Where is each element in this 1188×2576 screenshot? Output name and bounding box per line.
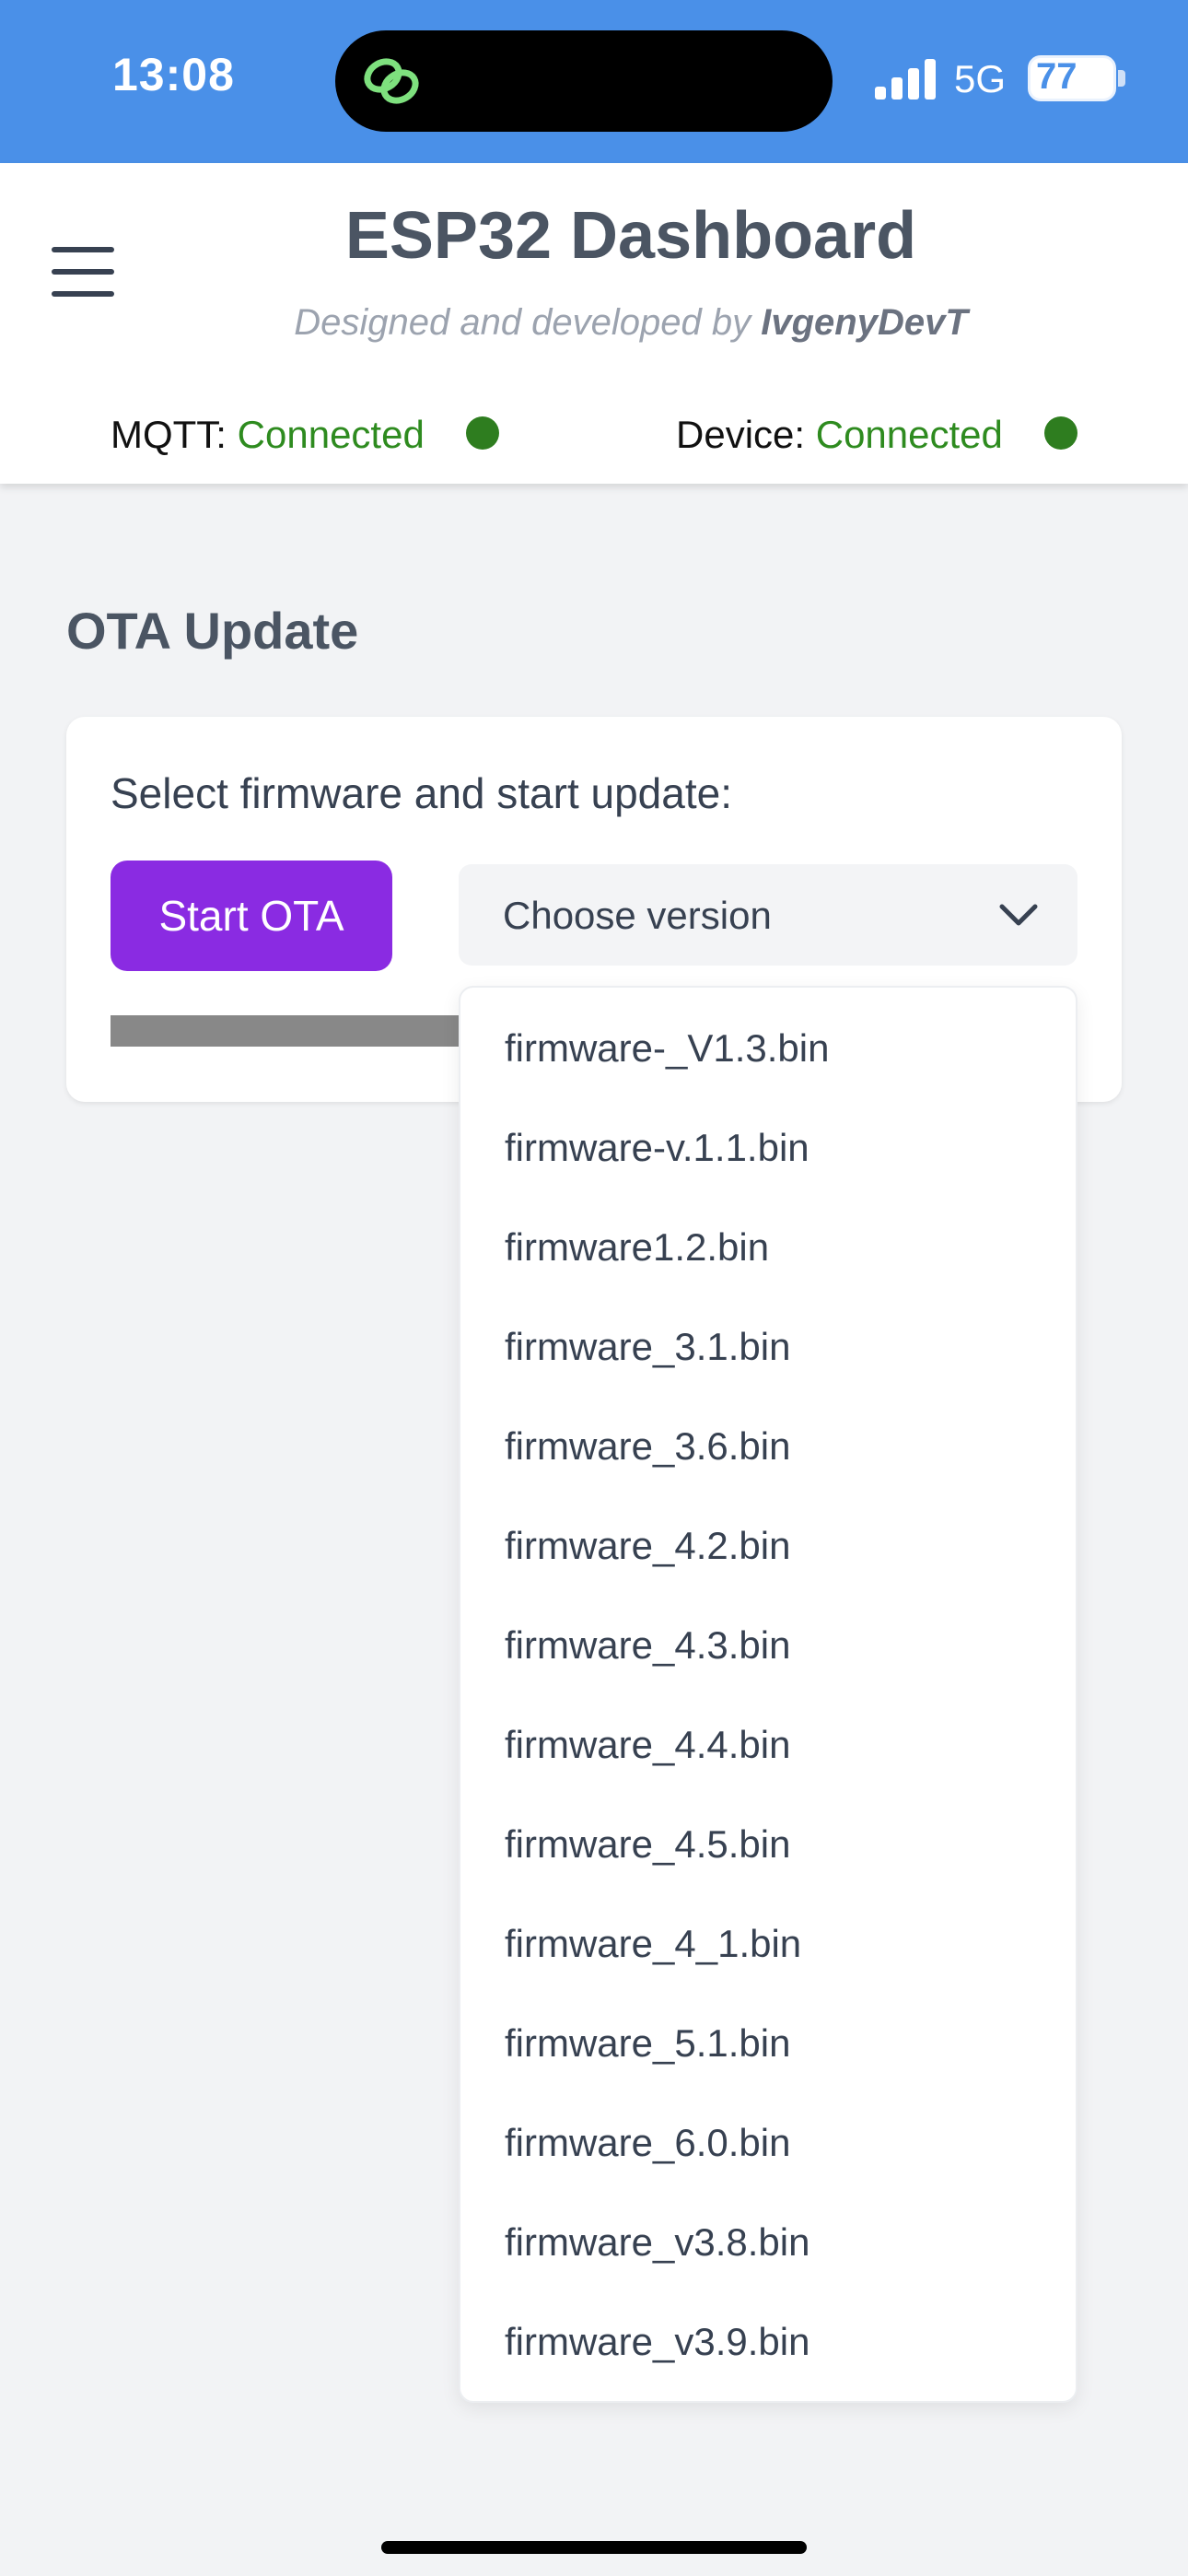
section-title: OTA Update — [66, 602, 359, 660]
battery-cap — [1118, 70, 1125, 87]
mqtt-status-value: Connected — [237, 413, 425, 456]
home-indicator[interactable] — [381, 2541, 807, 2554]
card-label: Select firmware and start update: — [111, 769, 732, 817]
battery-icon: 77 — [1028, 55, 1116, 101]
mqtt-status: MQTT: Connected — [111, 413, 425, 457]
dropdown-option[interactable]: firmware_6.0.bin — [505, 2121, 790, 2165]
dropdown-option[interactable]: firmware1.2.bin — [505, 1225, 769, 1270]
subtitle-author: IvgenyDevT — [761, 302, 968, 343]
page-title: ESP32 Dashboard — [344, 199, 917, 273]
device-status-dot — [1044, 416, 1077, 450]
dropdown-option[interactable]: firmware_4.4.bin — [505, 1723, 790, 1767]
device-status: Device: Connected — [676, 413, 1003, 457]
dropdown-option[interactable]: firmware_5.1.bin — [505, 2021, 790, 2066]
dropdown-option[interactable]: firmware_4_1.bin — [505, 1922, 801, 1966]
device-label: Device: — [676, 413, 806, 456]
link-icon — [364, 58, 419, 104]
version-select[interactable]: Choose version — [459, 864, 1077, 966]
dropdown-option[interactable]: firmware-v.1.1.bin — [505, 1126, 809, 1170]
select-value: Choose version — [503, 894, 772, 937]
version-dropdown: firmware-_V1.3.bin firmware-v.1.1.bin fi… — [459, 986, 1077, 2403]
progress-bar — [111, 1015, 460, 1047]
dropdown-option[interactable]: firmware_4.2.bin — [505, 1524, 790, 1568]
status-time: 13:08 — [112, 49, 235, 100]
subtitle-prefix: Designed and developed by — [294, 302, 762, 343]
dropdown-option[interactable]: firmware_v3.9.bin — [505, 2320, 809, 2364]
network-type: 5G — [954, 57, 1007, 100]
dropdown-option[interactable]: firmware_3.1.bin — [505, 1325, 790, 1369]
device-status-value: Connected — [815, 413, 1003, 456]
dropdown-option[interactable]: firmware_3.6.bin — [505, 1424, 790, 1469]
chevron-down-icon — [999, 904, 1038, 926]
dropdown-option[interactable]: firmware-_V1.3.bin — [505, 1026, 829, 1071]
dropdown-option[interactable]: firmware_4.3.bin — [505, 1623, 790, 1668]
battery-level: 77 — [1036, 56, 1077, 97]
mqtt-status-dot — [466, 416, 499, 450]
mqtt-label: MQTT: — [111, 413, 227, 456]
dropdown-option[interactable]: firmware_v3.8.bin — [505, 2220, 809, 2265]
start-ota-button[interactable]: Start OTA — [111, 861, 392, 971]
dropdown-option[interactable]: firmware_4.5.bin — [505, 1822, 790, 1867]
signal-icon — [875, 59, 936, 100]
subtitle: Designed and developed by IvgenyDevT — [0, 302, 1188, 344]
status-bar: 13:08 5G 77 — [0, 0, 1188, 163]
